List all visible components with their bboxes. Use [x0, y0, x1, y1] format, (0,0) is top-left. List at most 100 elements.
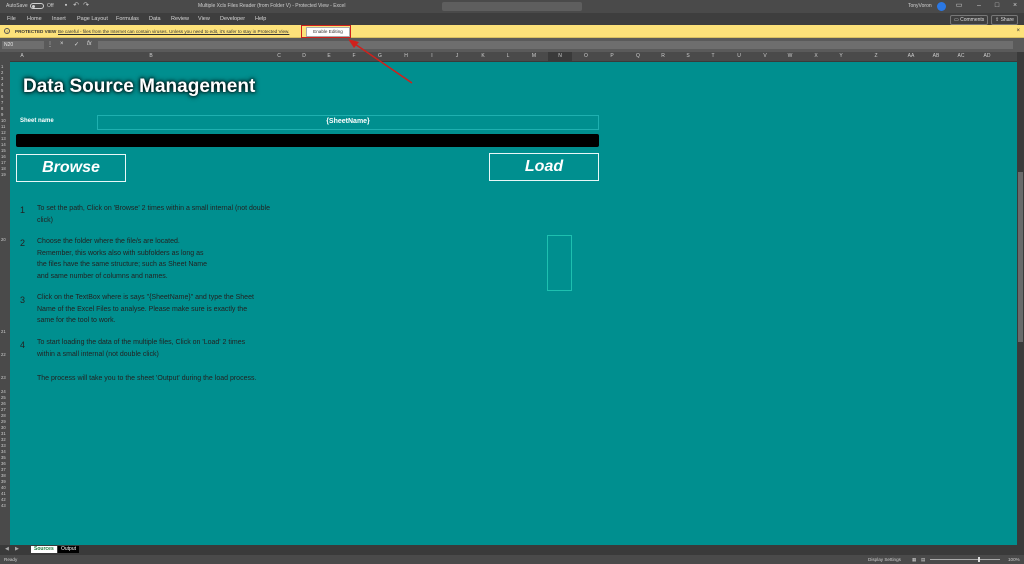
tab-page-layout[interactable]: Page Layout — [77, 16, 108, 22]
row-header-40[interactable]: 40 — [1, 485, 6, 490]
display-settings[interactable]: Display Settings — [868, 557, 901, 562]
name-box[interactable]: N20 — [2, 41, 44, 49]
row-header-5[interactable]: 5 — [1, 88, 3, 93]
column-header-l[interactable]: L — [502, 53, 514, 59]
close-icon[interactable]: × — [1016, 28, 1020, 34]
column-header-ac[interactable]: AC — [955, 53, 967, 59]
column-header-o[interactable]: O — [580, 53, 592, 59]
column-header-y[interactable]: Y — [835, 53, 847, 59]
tab-help[interactable]: Help — [255, 16, 266, 22]
column-header-z[interactable]: Z — [870, 53, 882, 59]
row-header-37[interactable]: 37 — [1, 467, 6, 472]
row-header-22[interactable]: 22 — [1, 352, 6, 357]
maximize-icon[interactable]: □ — [993, 2, 1001, 10]
column-header-b[interactable]: B — [145, 53, 157, 59]
prev-sheet-icon[interactable]: ◀ — [5, 546, 9, 552]
row-header-35[interactable]: 35 — [1, 455, 6, 460]
column-header-c[interactable]: C — [273, 53, 285, 59]
row-header-23[interactable]: 23 — [1, 375, 6, 380]
row-header-2[interactable]: 2 — [1, 70, 3, 75]
load-button[interactable]: Load — [489, 153, 599, 181]
comments-button[interactable]: ▭ Comments — [950, 15, 989, 25]
tab-developer[interactable]: Developer — [220, 16, 245, 22]
column-header-j[interactable]: J — [451, 53, 463, 59]
row-header-42[interactable]: 42 — [1, 497, 6, 502]
confirm-icon[interactable]: ✓ — [74, 41, 79, 48]
vertical-scrollbar[interactable] — [1017, 52, 1024, 545]
formula-input[interactable] — [98, 41, 1013, 49]
row-header-38[interactable]: 38 — [1, 473, 6, 478]
row-header-1[interactable]: 1 — [1, 64, 3, 69]
column-header-k[interactable]: K — [477, 53, 489, 59]
redo-icon[interactable]: ↷ — [82, 2, 90, 10]
minimize-icon[interactable]: – — [975, 2, 983, 10]
save-icon[interactable]: ▪ — [62, 2, 70, 10]
row-header-43[interactable]: 43 — [1, 503, 6, 508]
row-header-10[interactable]: 10 — [1, 118, 6, 123]
tab-view[interactable]: View — [198, 16, 210, 22]
column-header-e[interactable]: E — [323, 53, 335, 59]
column-header-i[interactable]: I — [426, 53, 438, 59]
page-layout-icon[interactable]: ▤ — [921, 557, 925, 563]
tab-file[interactable]: File — [7, 16, 16, 22]
column-header-ad[interactable]: AD — [981, 53, 993, 59]
column-header-v[interactable]: V — [759, 53, 771, 59]
row-header-6[interactable]: 6 — [1, 94, 3, 99]
column-header-d[interactable]: D — [298, 53, 310, 59]
row-header-17[interactable]: 17 — [1, 160, 6, 165]
share-button[interactable]: ⇪ Share — [991, 15, 1018, 25]
row-header-9[interactable]: 9 — [1, 112, 3, 117]
row-header-30[interactable]: 30 — [1, 425, 6, 430]
column-header-ab[interactable]: AB — [930, 53, 942, 59]
column-header-n[interactable]: N — [554, 53, 566, 59]
tab-data[interactable]: Data — [149, 16, 161, 22]
row-header-7[interactable]: 7 — [1, 100, 3, 105]
row-header-4[interactable]: 4 — [1, 82, 3, 87]
browse-button[interactable]: Browse — [16, 154, 126, 182]
row-header-39[interactable]: 39 — [1, 479, 6, 484]
search-box[interactable] — [442, 2, 582, 11]
row-header-25[interactable]: 25 — [1, 395, 6, 400]
row-header-11[interactable]: 11 — [1, 124, 5, 129]
zoom-slider-knob[interactable] — [978, 557, 980, 562]
avatar[interactable] — [937, 2, 946, 11]
undo-icon[interactable]: ↶ — [72, 2, 80, 10]
row-header-29[interactable]: 29 — [1, 419, 6, 424]
protected-view-message[interactable]: Be careful - files from the Internet can… — [58, 29, 289, 34]
column-header-a[interactable]: A — [16, 53, 28, 59]
row-header-19[interactable]: 19 — [1, 172, 6, 177]
row-header-31[interactable]: 31 — [1, 431, 6, 436]
column-header-w[interactable]: W — [784, 53, 796, 59]
autosave-toggle[interactable] — [30, 3, 44, 9]
function-icon[interactable]: fx — [87, 41, 92, 47]
row-header-36[interactable]: 36 — [1, 461, 6, 466]
row-header-14[interactable]: 14 — [1, 142, 6, 147]
zoom-level[interactable]: 100% — [1008, 557, 1020, 562]
row-header-12[interactable]: 12 — [1, 130, 6, 135]
sheet-tab-output[interactable]: Output — [58, 546, 80, 553]
tab-review[interactable]: Review — [171, 16, 189, 22]
column-header-p[interactable]: P — [606, 53, 618, 59]
column-header-m[interactable]: M — [528, 53, 540, 59]
sheet-tab-sources[interactable]: Sources — [31, 546, 57, 553]
row-header-8[interactable]: 8 — [1, 106, 3, 111]
column-header-aa[interactable]: AA — [905, 53, 917, 59]
row-header-33[interactable]: 33 — [1, 443, 6, 448]
row-header-21[interactable]: 21 — [1, 329, 6, 334]
row-header-15[interactable]: 15 — [1, 148, 6, 153]
column-header-r[interactable]: R — [657, 53, 669, 59]
zoom-slider[interactable] — [930, 559, 1000, 560]
sheet-name-value[interactable]: {SheetName} — [97, 118, 599, 125]
column-header-s[interactable]: S — [682, 53, 694, 59]
next-sheet-icon[interactable]: ▶ — [15, 546, 19, 552]
column-header-q[interactable]: Q — [632, 53, 644, 59]
row-header-24[interactable]: 24 — [1, 389, 6, 394]
row-header-3[interactable]: 3 — [1, 76, 3, 81]
column-header-u[interactable]: U — [733, 53, 745, 59]
row-header-26[interactable]: 26 — [1, 401, 6, 406]
row-header-27[interactable]: 27 — [1, 407, 6, 412]
row-header-20[interactable]: 20 — [1, 237, 6, 242]
tab-insert[interactable]: Insert — [52, 16, 66, 22]
close-icon[interactable]: × — [1011, 2, 1019, 10]
cancel-icon[interactable]: × — [60, 41, 64, 47]
